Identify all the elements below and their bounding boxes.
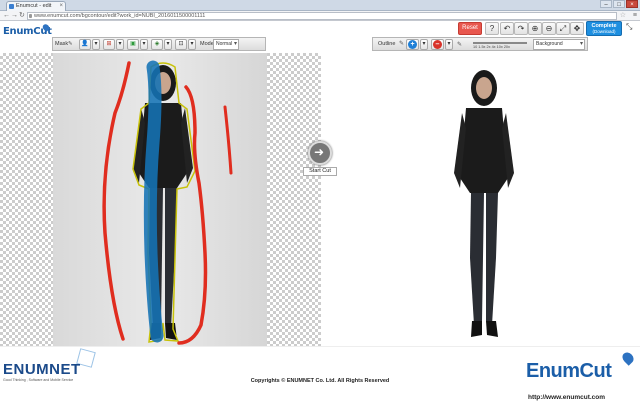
browser-tab[interactable]: Enumcut - edit ×: [6, 1, 66, 11]
tab-title: Enumcut - edit: [16, 3, 52, 9]
eraser-icon: ✎: [457, 42, 463, 48]
outline-add-dropdown-icon[interactable]: ▾: [420, 39, 428, 50]
mask-label: Mask: [55, 41, 69, 47]
browser-tabbar: Enumcut - edit × – □ ×: [0, 0, 640, 11]
enumcut-footer-logo[interactable]: EnumCut: [526, 360, 612, 383]
reset-button[interactable]: Reset: [458, 22, 482, 35]
fill-icon[interactable]: ◈: [151, 39, 163, 50]
background-select[interactable]: Background: [533, 39, 585, 50]
plus-icon: +: [408, 40, 417, 49]
page-icon: [29, 14, 32, 18]
erase-dropdown-icon[interactable]: ▾: [116, 39, 124, 50]
source-photo[interactable]: [53, 53, 267, 346]
address-input[interactable]: www.enumcut.com/bgcontour/edit?work_id=N…: [27, 12, 617, 20]
outline-brush-icon: ✎: [399, 41, 405, 47]
redo-icon[interactable]: ↷: [514, 22, 528, 35]
fill-dropdown-icon[interactable]: ▾: [164, 39, 172, 50]
person-icon[interactable]: 👤: [79, 39, 91, 50]
tab-close-icon[interactable]: ×: [59, 2, 63, 11]
slider-ticks: 10 1.5x 2x 4x 10x 20x: [473, 45, 510, 49]
outline-label: Outline: [378, 41, 396, 47]
brush-size-icon[interactable]: ⊡: [175, 39, 187, 50]
browser-menu-icon[interactable]: ≡: [633, 12, 637, 20]
fullscreen-icon[interactable]: ⤡: [626, 22, 632, 32]
person-dropdown-icon[interactable]: ▾: [92, 39, 100, 50]
erase-icon[interactable]: ⊞: [103, 39, 115, 50]
minimize-icon[interactable]: –: [600, 0, 612, 8]
start-cut-label[interactable]: Start Cut: [303, 167, 337, 176]
mask-toolbar: Mask ✎ 👤 ▾ ⊞ ▾ ▣ ▾ ◈ ▾ ⊡ ▾ Mode Normal: [52, 37, 266, 51]
start-cut-button[interactable]: [308, 141, 332, 165]
slider-track: [473, 42, 527, 44]
enumnet-logo[interactable]: ENUMNET: [3, 361, 81, 378]
undo-icon[interactable]: ↶: [500, 22, 514, 35]
minus-icon: –: [433, 40, 442, 49]
mode-label: Mode: [200, 41, 214, 47]
outline-add-button[interactable]: +: [406, 39, 419, 50]
mask-brush-icon: ✎: [68, 41, 73, 47]
result-canvas: [321, 53, 640, 346]
favicon-icon: [9, 4, 14, 9]
result-photo-drawing: [454, 70, 514, 337]
move-icon[interactable]: ✥: [570, 22, 584, 35]
zoom-out-icon[interactable]: ⊖: [542, 22, 556, 35]
fit-icon[interactable]: ⤢: [556, 22, 570, 35]
brush-size-dropdown-icon[interactable]: ▾: [188, 39, 196, 50]
forward-icon[interactable]: →: [11, 12, 18, 20]
zoom-slider[interactable]: 10 1.5x 2x 4x 10x 20x: [473, 40, 527, 50]
window-close-icon[interactable]: ×: [626, 0, 638, 8]
reload-icon[interactable]: ↻: [19, 12, 25, 20]
back-icon[interactable]: ←: [3, 12, 10, 20]
footer: ENUMNET Good Thinking , Software and Mob…: [0, 346, 640, 404]
keep-dropdown-icon[interactable]: ▾: [140, 39, 148, 50]
help-icon[interactable]: ?: [485, 22, 499, 35]
outline-remove-button[interactable]: –: [431, 39, 444, 50]
address-bar-row: ← → ↻ www.enumcut.com/bgcontour/edit?wor…: [0, 11, 640, 21]
source-photo-drawing: [102, 60, 233, 345]
outline-remove-dropdown-icon[interactable]: ▾: [445, 39, 453, 50]
complete-sub-label: (Download): [592, 29, 616, 34]
address-text: www.enumcut.com/bgcontour/edit?work_id=N…: [34, 13, 206, 19]
enumcut-drop-icon: [620, 350, 636, 366]
bookmark-star-icon[interactable]: ☆: [620, 12, 626, 20]
mode-select[interactable]: Normal: [213, 39, 239, 50]
outline-toolbar: Outline ✎ + ▾ – ▾ ✎ 10 1.5x 2x 4x 10x 20…: [372, 37, 588, 51]
complete-button[interactable]: Complete (Download): [586, 21, 622, 36]
window-controls: – □ ×: [600, 0, 638, 8]
maximize-icon[interactable]: □: [613, 0, 625, 8]
site-url-link[interactable]: http://www.enumcut.com: [528, 394, 605, 401]
keep-icon[interactable]: ▣: [127, 39, 139, 50]
zoom-in-icon[interactable]: ⊕: [528, 22, 542, 35]
